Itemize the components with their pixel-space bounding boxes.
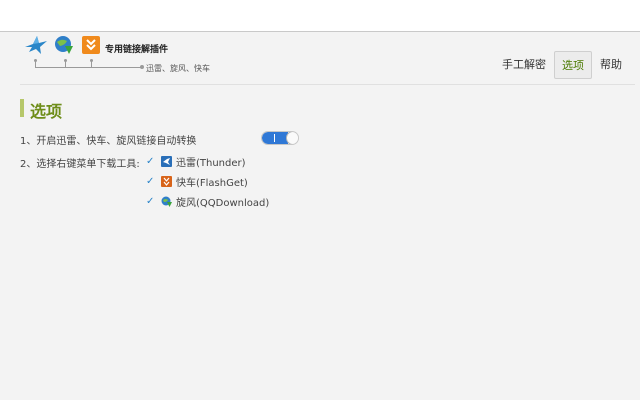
auto-convert-label: 1、开启迅雷、快车、旋风链接自动转换 <box>20 136 197 147</box>
check-icon[interactable]: ✓ <box>146 196 158 207</box>
flashget-icon <box>161 175 172 187</box>
download-tools-label: 2、选择右键菜单下载工具: <box>20 159 140 170</box>
nav-help[interactable]: 帮助 <box>592 51 630 79</box>
auto-convert-toggle[interactable] <box>261 131 299 145</box>
browser-top-bar <box>0 0 640 32</box>
flashget-icon <box>82 36 100 54</box>
nav-options[interactable]: 选项 <box>554 51 592 79</box>
tool-item-thunder: ✓ 迅雷(Thunder) <box>146 154 246 169</box>
thunder-bird-icon <box>25 36 47 54</box>
top-nav: 手工解密 选项 帮助 <box>494 50 630 80</box>
qqdownload-icon <box>161 196 172 207</box>
thunder-icon <box>161 155 172 167</box>
toggle-knob <box>286 132 298 144</box>
section-title: 选项 <box>30 102 63 121</box>
tool-name: 旋风(QQDownload) <box>176 197 270 209</box>
brand-subtitle: 迅雷、旋风、快车 <box>146 64 210 73</box>
section-accent-bar <box>20 99 24 117</box>
nav-manual-decrypt[interactable]: 手工解密 <box>494 51 554 79</box>
header-divider <box>20 84 635 85</box>
brand-timeline <box>30 57 150 73</box>
tool-item-flashget: ✓ 快车(FlashGet) <box>146 174 248 189</box>
check-icon[interactable]: ✓ <box>146 176 158 187</box>
qqdownload-globe-icon <box>55 36 73 54</box>
tool-item-qqdownload: ✓ 旋风(QQDownload) <box>146 194 270 209</box>
brand-title: 专用链接解插件 <box>105 45 169 55</box>
tool-name: 迅雷(Thunder) <box>176 157 246 169</box>
check-icon[interactable]: ✓ <box>146 156 158 167</box>
tool-name: 快车(FlashGet) <box>176 177 248 189</box>
